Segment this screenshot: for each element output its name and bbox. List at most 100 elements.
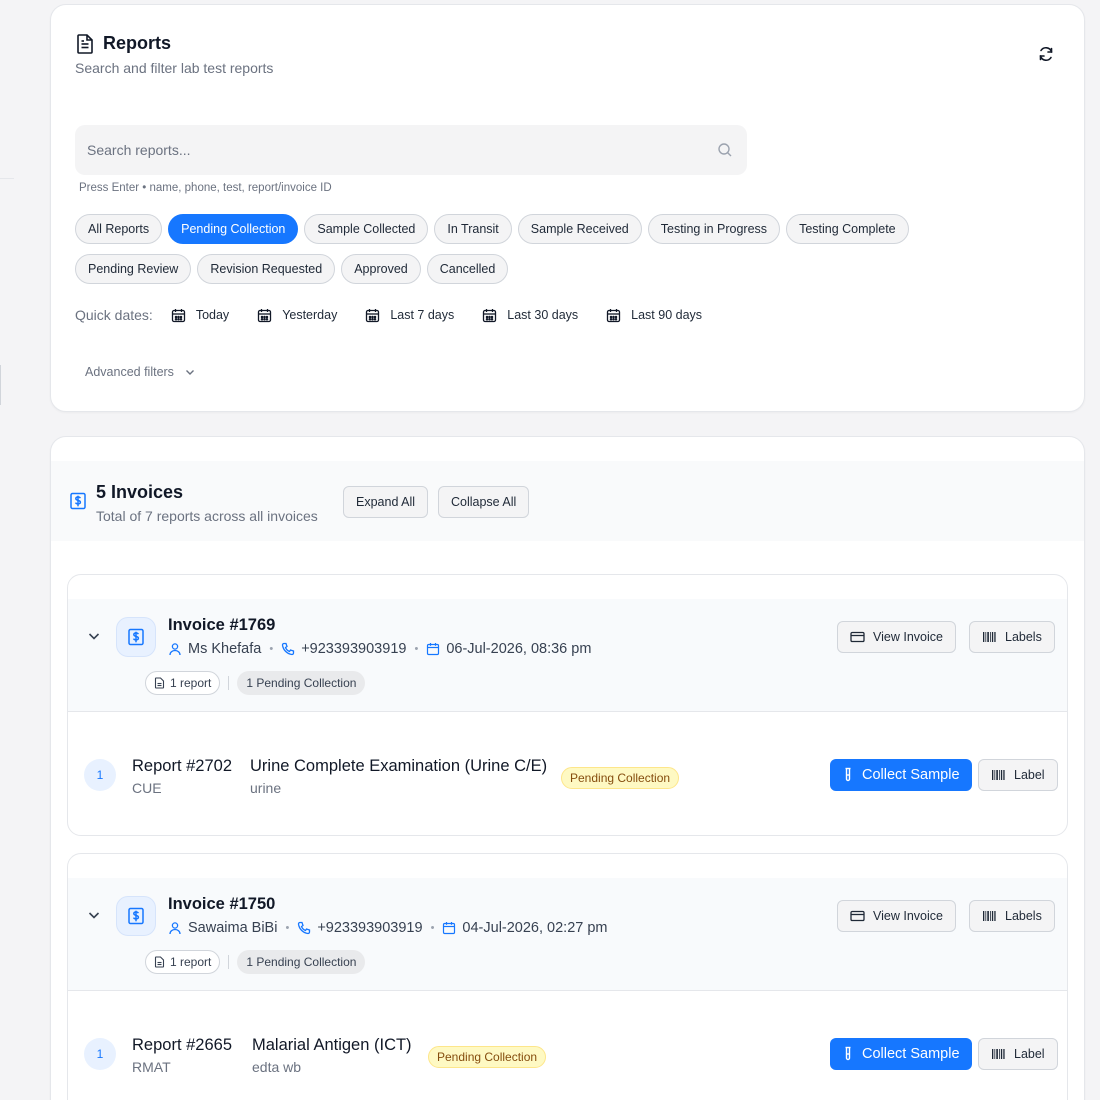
filter-sample-collected[interactable]: Sample Collected	[304, 214, 429, 244]
quick-date-last-90-days[interactable]: Last 90 days	[606, 308, 702, 323]
quick-date-label: Last 7 days	[390, 308, 455, 322]
sidebar-edge	[0, 0, 14, 1100]
calendar-icon	[171, 308, 185, 322]
calendar-icon	[258, 308, 272, 322]
phone-icon	[298, 921, 311, 935]
filter-approved[interactable]: Approved	[341, 254, 421, 284]
report-title: Report #2665	[132, 1036, 232, 1054]
quick-date-label: Last 30 days	[507, 308, 579, 322]
document-icon	[77, 34, 93, 54]
report-row: 1 Report #2665 RMAT Malarial Antigen (IC…	[68, 992, 1067, 1100]
invoice-icon-box	[116, 896, 156, 936]
filter-pending-collection[interactable]: Pending Collection	[168, 214, 299, 244]
filter-in-transit[interactable]: In Transit	[434, 214, 512, 244]
report-count-badge: 1 report	[145, 671, 221, 695]
report-count-badge: 1 report	[145, 950, 221, 974]
labels-button[interactable]: Labels	[969, 621, 1055, 653]
barcode-icon	[983, 632, 996, 642]
collect-sample-label: Collect Sample	[862, 767, 960, 783]
search-input[interactable]	[75, 125, 747, 175]
report-row: 1 Report #2702 CUE Urine Complete Examin…	[68, 713, 1067, 835]
test-name: Malarial Antigen (ICT)	[252, 1036, 412, 1054]
chevron-down-icon[interactable]	[86, 907, 102, 923]
credit-card-icon	[850, 631, 865, 643]
collapse-all-button[interactable]: Collapse All	[438, 486, 530, 518]
collect-sample-label: Collect Sample	[862, 1046, 960, 1062]
invoices-count: 5 Invoices	[96, 482, 184, 502]
invoice-meta: Ms Khefafa • +923393903919 • 06-Jul-2026…	[168, 641, 591, 657]
search-box	[75, 125, 747, 175]
invoice-dollar-icon	[70, 492, 86, 510]
calendar-icon	[366, 308, 380, 322]
document-icon	[154, 677, 165, 689]
advanced-filters-toggle[interactable]: Advanced filters	[85, 365, 196, 379]
label-button[interactable]: Label	[978, 759, 1058, 791]
report-index: 1	[84, 1038, 116, 1070]
filter-all-reports[interactable]: All Reports	[75, 214, 163, 244]
report-title: Report #2702	[132, 757, 232, 775]
search-hint: Press Enter • name, phone, test, report/…	[79, 182, 332, 194]
page-title: Reports	[103, 33, 172, 53]
view-invoice-label: View Invoice	[873, 909, 943, 923]
expand-all-button[interactable]: Expand All	[343, 486, 429, 518]
quick-date-today[interactable]: Today	[171, 308, 229, 323]
chevron-down-icon[interactable]	[86, 628, 102, 644]
invoices-card: 5 Invoices Total of 7 reports across all…	[50, 436, 1085, 1100]
invoices-total: Total of 7 reports across all invoices	[96, 508, 318, 524]
status-summary-badge: 1 Pending Collection	[237, 950, 366, 974]
calendar-icon	[607, 308, 621, 322]
invoice-title: Invoice #1750	[168, 895, 276, 913]
label-label: Label	[1014, 1047, 1045, 1061]
sample-type: urine	[250, 780, 282, 796]
collect-sample-button[interactable]: Collect Sample	[830, 759, 972, 791]
user-icon	[169, 922, 181, 935]
quick-date-last-30-days[interactable]: Last 30 days	[482, 308, 578, 323]
invoice-badges: 1 report 1 Pending Collection	[145, 950, 366, 974]
patient-name: Sawaima BiBi	[188, 920, 278, 936]
view-invoice-button[interactable]: View Invoice	[837, 900, 956, 932]
quick-date-label: Last 90 days	[631, 308, 703, 322]
quick-date-yesterday[interactable]: Yesterday	[257, 308, 337, 323]
status-badge: Pending Collection	[561, 767, 680, 789]
label-label: Label	[1014, 768, 1045, 782]
refresh-button[interactable]	[1033, 41, 1059, 67]
barcode-icon	[992, 770, 1005, 780]
filter-testing-complete[interactable]: Testing Complete	[786, 214, 909, 244]
quick-dates-label: Quick dates:	[75, 307, 153, 323]
test-name: Urine Complete Examination (Urine C/E)	[250, 757, 548, 775]
chevron-down-icon	[185, 370, 194, 375]
reports-filter-card: Reports Search and filter lab test repor…	[50, 4, 1085, 412]
barcode-icon	[983, 911, 996, 921]
phone-icon	[282, 642, 295, 656]
filter-revision-requested[interactable]: Revision Requested	[197, 254, 336, 284]
collect-sample-button[interactable]: Collect Sample	[830, 1038, 972, 1070]
test-tube-icon	[845, 1046, 851, 1061]
invoice-card: Invoice #1750 Sawaima BiBi • +9233939039…	[67, 853, 1068, 1100]
quick-date-last-7-days[interactable]: Last 7 days	[365, 308, 454, 323]
patient-name: Ms Khefafa	[188, 641, 262, 657]
labels-button[interactable]: Labels	[969, 900, 1055, 932]
invoice-date: 04-Jul-2026, 02:27 pm	[462, 920, 608, 936]
page-subtitle: Search and filter lab test reports	[75, 60, 274, 76]
status-summary-badge: 1 Pending Collection	[237, 671, 366, 695]
quick-dates: Quick dates: Today Yesterday Last 7 days…	[75, 307, 730, 323]
status-filter-row-1: All Reports Pending Collection Sample Co…	[75, 214, 909, 244]
view-invoice-button[interactable]: View Invoice	[837, 621, 956, 653]
filter-testing-in-progress[interactable]: Testing in Progress	[647, 214, 781, 244]
invoice-icon-box	[116, 617, 156, 657]
invoice-badges: 1 report 1 Pending Collection	[145, 671, 366, 695]
invoices-header	[51, 461, 1084, 541]
label-button[interactable]: Label	[978, 1038, 1058, 1070]
status-badge: Pending Collection	[428, 1046, 547, 1068]
filter-pending-review[interactable]: Pending Review	[75, 254, 192, 284]
filter-sample-received[interactable]: Sample Received	[517, 214, 642, 244]
advanced-filters-label: Advanced filters	[85, 365, 174, 379]
report-code: CUE	[132, 780, 162, 796]
patient-phone: +923393903919	[301, 641, 407, 657]
refresh-icon	[1039, 46, 1053, 62]
filter-cancelled[interactable]: Cancelled	[426, 254, 509, 284]
labels-label: Labels	[1005, 909, 1042, 923]
search-icon[interactable]	[717, 142, 733, 158]
test-tube-icon	[845, 767, 851, 782]
status-filter-row-2: Pending Review Revision Requested Approv…	[75, 254, 509, 284]
